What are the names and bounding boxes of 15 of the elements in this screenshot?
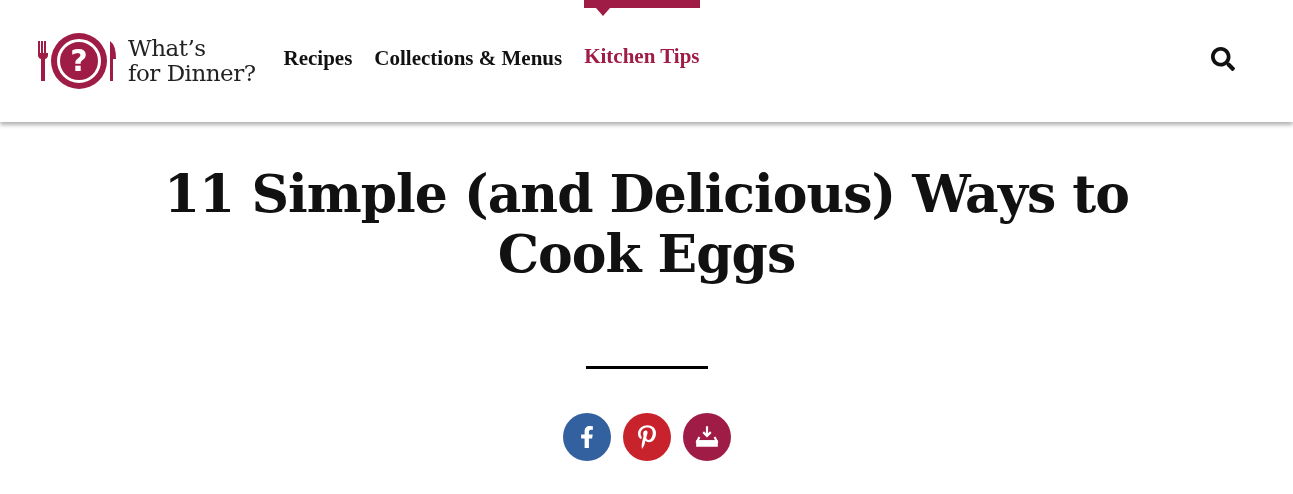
- facebook-button[interactable]: [562, 413, 611, 461]
- pinterest-button[interactable]: [622, 413, 671, 461]
- fork-icon: [38, 41, 48, 81]
- site-logo[interactable]: ? What’s for Dinner?: [38, 33, 256, 89]
- search-button[interactable]: [1211, 47, 1235, 71]
- nav-link[interactable]: Kitchen Tips: [584, 0, 700, 122]
- nav-link[interactable]: Collections & Menus: [374, 0, 563, 122]
- download-tray-icon: [693, 424, 720, 450]
- article-title: 11 Simple (and Delicious) Ways to Cook Eggs: [162, 164, 1131, 284]
- logo-text: for Dinner?: [128, 61, 256, 86]
- logo-text: What’s: [128, 36, 207, 61]
- nav-link[interactable]: Recipes: [283, 0, 353, 122]
- knife-icon: [110, 41, 116, 81]
- save-button[interactable]: [682, 413, 731, 461]
- logo-badge: ?: [51, 33, 107, 89]
